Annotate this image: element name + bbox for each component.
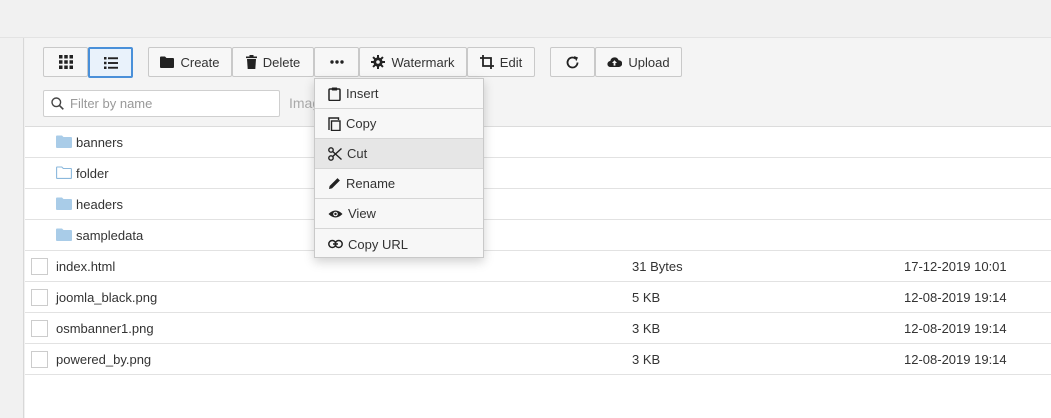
file-date: 12-08-2019 19:14 (904, 289, 1007, 305)
clipboard-icon (328, 87, 341, 101)
file-name: powered_by.png (56, 351, 152, 367)
gear-icon (371, 55, 386, 69)
file-checkbox[interactable] (31, 289, 48, 306)
file-checkbox[interactable] (31, 320, 48, 337)
delete-button[interactable]: Delete (232, 47, 314, 77)
scissors-icon (328, 146, 342, 161)
file-checkbox[interactable] (31, 258, 48, 275)
refresh-icon (566, 55, 579, 68)
list-icon (103, 56, 118, 69)
menu-item-label: Copy URL (348, 236, 408, 252)
file-date: 12-08-2019 19:14 (904, 351, 1007, 367)
filter-box[interactable] (43, 90, 280, 117)
file-row[interactable]: powered_by.png 3 KB 12-08-2019 19:14 (25, 344, 1051, 375)
edit-label: Edit (499, 54, 523, 70)
edit-button[interactable]: Edit (467, 47, 535, 77)
folder-name: banners (76, 134, 123, 150)
file-row[interactable]: joomla_black.png 5 KB 12-08-2019 19:14 (25, 282, 1051, 313)
menu-item-insert[interactable]: Insert (315, 79, 483, 109)
folder-name: headers (76, 196, 123, 212)
menu-item-rename[interactable]: Rename (315, 169, 483, 199)
filter-input[interactable] (70, 96, 270, 111)
menu-item-cut[interactable]: Cut (315, 139, 483, 169)
eye-icon (328, 210, 343, 217)
file-name: index.html (56, 258, 116, 274)
top-bar (0, 0, 1051, 38)
file-size: 5 KB (632, 289, 661, 305)
file-date: 17-12-2019 10:01 (904, 258, 1007, 274)
folder-row[interactable]: sampledata (25, 220, 1051, 251)
folder-icon (160, 56, 175, 68)
upload-button[interactable]: Upload (595, 47, 682, 77)
grid-icon (58, 55, 73, 69)
folder-row[interactable]: headers (25, 189, 1051, 220)
refresh-button[interactable] (550, 47, 595, 77)
left-strip (0, 38, 24, 418)
folder-outline-icon (56, 166, 72, 179)
crop-icon (479, 55, 494, 69)
pencil-icon (329, 178, 340, 189)
cloud-upload-icon (607, 57, 623, 68)
folder-icon (56, 135, 72, 148)
folder-row[interactable]: banners (25, 127, 1051, 158)
menu-item-label: Insert (346, 86, 379, 101)
copy-icon (328, 116, 341, 131)
file-name: osmbanner1.png (56, 320, 154, 336)
menu-item-label: Rename (346, 176, 396, 191)
folder-icon (56, 228, 72, 241)
file-size: 3 KB (632, 351, 661, 367)
upload-label: Upload (628, 54, 670, 70)
file-checkbox[interactable] (31, 351, 48, 368)
menu-item-copy-url[interactable]: Copy URL (315, 229, 483, 259)
menu-item-label: Copy (346, 116, 377, 131)
watermark-button[interactable]: Watermark (359, 47, 467, 77)
menu-item-copy[interactable]: Copy (315, 109, 483, 139)
folder-name: sampledata (76, 227, 144, 243)
file-name: joomla_black.png (56, 289, 158, 305)
grid-view-button[interactable] (43, 47, 88, 77)
folder-icon (56, 197, 72, 210)
menu-item-view[interactable]: View (315, 199, 483, 229)
more-actions-menu: Insert Copy Cut Rename View Copy URL (314, 78, 484, 258)
more-actions-button[interactable] (314, 47, 359, 77)
menu-item-label: View (348, 206, 376, 221)
folder-name: folder (76, 165, 109, 181)
menu-item-label: Cut (347, 146, 368, 161)
watermark-label: Watermark (391, 54, 455, 70)
trash-icon (245, 55, 257, 69)
create-label: Create (180, 54, 220, 70)
search-icon (51, 97, 64, 110)
link-icon (328, 239, 343, 249)
file-row[interactable]: index.html 31 Bytes 17-12-2019 10:01 (25, 251, 1051, 282)
delete-label: Delete (262, 54, 301, 70)
file-date: 12-08-2019 19:14 (904, 320, 1007, 336)
file-row[interactable]: osmbanner1.png 3 KB 12-08-2019 19:14 (25, 313, 1051, 344)
file-size: 31 Bytes (632, 258, 683, 274)
ellipsis-icon (329, 60, 344, 64)
file-size: 3 KB (632, 320, 661, 336)
list-view-button[interactable] (88, 47, 133, 78)
create-button[interactable]: Create (148, 47, 232, 77)
folder-row[interactable]: folder (25, 158, 1051, 189)
